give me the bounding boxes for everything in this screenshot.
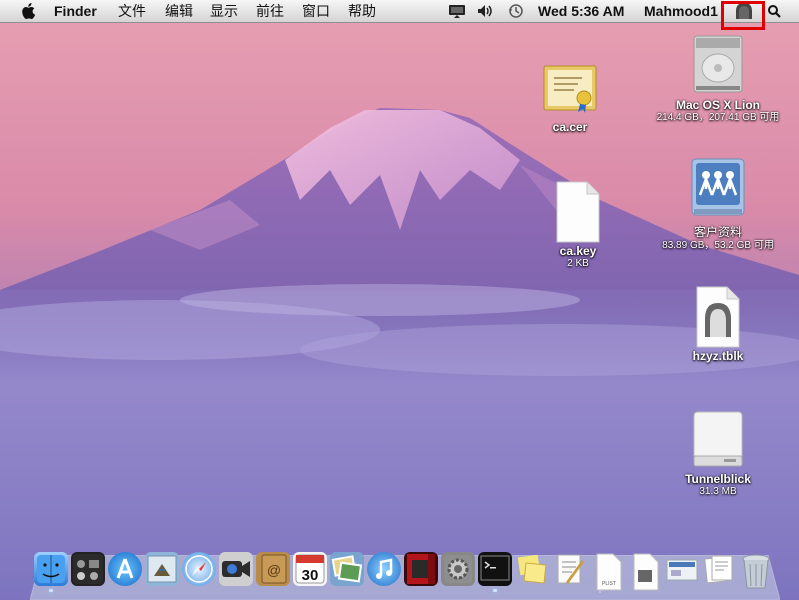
highlight-annotation	[721, 1, 765, 30]
calendar-icon[interactable]: 30	[293, 552, 327, 586]
desktop-icon-ca-cer[interactable]: ca.cer	[505, 60, 635, 134]
running-indicator	[49, 589, 53, 592]
safari-icon[interactable]	[182, 552, 216, 586]
calendar-day: 30	[302, 567, 319, 584]
mail-icon[interactable]	[145, 552, 179, 586]
menu-go[interactable]: 前往	[256, 3, 284, 19]
certificate-icon	[543, 65, 597, 113]
network-share-icon	[691, 158, 745, 216]
photo-booth-icon[interactable]	[404, 552, 438, 586]
tunnelblick-config-icon	[696, 286, 740, 348]
app-store-icon[interactable]	[108, 552, 142, 586]
app-menu-finder[interactable]: Finder	[54, 3, 97, 19]
preview-icon[interactable]	[628, 552, 662, 591]
iphoto-icon[interactable]	[330, 552, 364, 586]
plist-label: PLIST	[602, 581, 616, 587]
desktop-icon-mac-os-x-lion[interactable]: Mac OS X Lion 214.4 GB，207.41 GB 可用	[653, 32, 783, 124]
svg-text:@: @	[267, 562, 281, 578]
menu-file[interactable]: 文件	[118, 3, 146, 19]
itunes-icon[interactable]	[367, 552, 401, 586]
desktop[interactable]: Finder 文件 编辑 显示 前往 窗口 帮助 Wed 5:36 AM Mah…	[0, 0, 799, 600]
desktop-icon-info: 31.3 MB	[699, 486, 737, 497]
system-preferences-icon[interactable]	[441, 552, 475, 586]
volume-icon[interactable]	[476, 2, 496, 20]
textedit-icon[interactable]	[552, 552, 586, 586]
desktop-icon-info: 83.89 GB，53.2 GB 可用	[662, 240, 774, 251]
menubar-clock[interactable]: Wed 5:36 AM	[538, 3, 624, 19]
desktop-icon-label: ca.key	[559, 244, 597, 258]
hard-drive-icon	[693, 35, 743, 93]
desktop-icon-label: ca.cer	[552, 120, 588, 134]
desktop-icon-info: 214.4 GB，207.41 GB 可用	[656, 112, 780, 123]
desktop-icon-hzyz-tblk[interactable]: hzyz.tblk	[653, 285, 783, 363]
desktop-icon-tunnelblick[interactable]: Tunnelblick 31.3 MB	[653, 408, 783, 498]
desktop-icon-label: hzyz.tblk	[692, 349, 744, 363]
trash-icon[interactable]	[739, 552, 773, 589]
screenshot-icon[interactable]	[665, 552, 699, 586]
desktop-icon-label: 客户资料	[693, 225, 742, 239]
dashboard-icon[interactable]	[71, 552, 105, 586]
running-indicator	[493, 589, 497, 592]
menu-window[interactable]: 窗口	[302, 3, 330, 19]
plist-file-icon[interactable]: PLIST	[591, 552, 625, 591]
document-icon	[556, 181, 600, 243]
desktop-icon-ca-key[interactable]: ca.key 2 KB	[513, 180, 643, 270]
menu-view[interactable]: 显示	[210, 3, 238, 19]
menubar-user-name[interactable]: Mahmood1	[644, 3, 718, 19]
display-icon[interactable]	[447, 2, 467, 20]
menu-bar: Finder 文件 编辑 显示 前往 窗口 帮助 Wed 5:36 AM Mah…	[0, 0, 799, 23]
finder-icon[interactable]	[34, 552, 68, 586]
desktop-icon-label: Mac OS X Lion	[675, 98, 760, 112]
disk-image-icon	[693, 411, 743, 467]
spotlight-search-icon[interactable]	[766, 2, 782, 20]
menu-edit[interactable]: 编辑	[165, 3, 193, 19]
apple-icon[interactable]	[20, 2, 38, 20]
facetime-icon[interactable]	[219, 552, 253, 586]
dock: @ 30 PLIST	[34, 552, 774, 592]
terminal-icon[interactable]	[478, 552, 512, 586]
address-book-icon[interactable]: @	[256, 552, 290, 586]
desktop-icon-customer-data[interactable]: 客户资料 83.89 GB，53.2 GB 可用	[653, 157, 783, 252]
document-stack-icon[interactable]	[702, 552, 736, 586]
menu-help[interactable]: 帮助	[348, 3, 376, 19]
desktop-icon-info: 2 KB	[567, 258, 589, 269]
stickies-icon[interactable]	[515, 552, 549, 586]
desktop-icon-label: Tunnelblick	[685, 472, 751, 486]
time-machine-icon[interactable]	[507, 2, 525, 20]
